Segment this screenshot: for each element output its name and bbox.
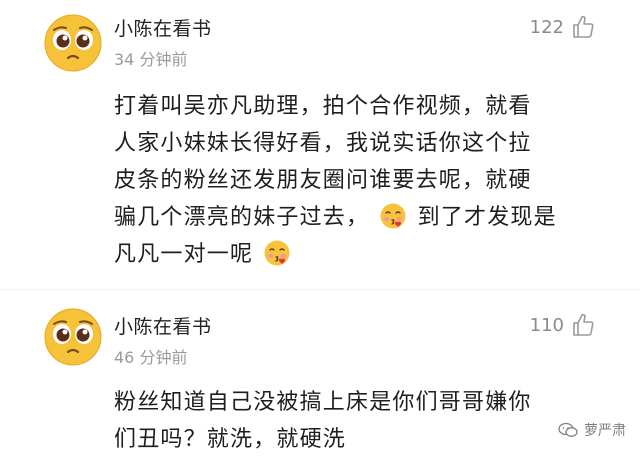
comment-line-segment: 凡凡一对一呢 (114, 242, 254, 267)
comment-line: 们丑吗？就洗，就硬洗 (114, 427, 347, 452)
comment-body: 打着叫吴亦凡助理，拍个合作视频，就看 人家小妹妹长得好看，我说实话你这个拉 皮条… (114, 88, 614, 273)
comment-line-with-emoji: 骗几个漂亮的妹子过去， 到了才发现是 (114, 199, 614, 236)
blushing-kiss-emoji (264, 240, 290, 266)
blushing-kiss-emoji (380, 203, 406, 229)
like-count: 122 (529, 16, 564, 38)
like-button[interactable]: 110 (530, 312, 596, 338)
username[interactable]: 小陈在看书 (114, 312, 212, 339)
avatar[interactable] (44, 308, 102, 366)
timestamp: 34 分钟前 (114, 50, 188, 69)
comment-line: 打着叫吴亦凡助理，拍个合作视频，就看 (114, 94, 532, 119)
comment-line: 皮条的粉丝还发朋友圈问谁要去呢，就硬 (114, 168, 532, 193)
comment-line-with-emoji: 凡凡一对一呢 (114, 236, 614, 273)
like-button[interactable]: 122 (530, 14, 596, 40)
comment-body: 粉丝知道自己没被搞上床是你们哥哥嫌你 们丑吗？就洗，就硬洗 (114, 384, 614, 456)
thumbs-up-icon[interactable] (570, 14, 596, 40)
watermark-text: 萝严肃 (584, 423, 626, 439)
wechat-icon (558, 422, 578, 437)
comment-line-segment: 骗几个漂亮的妹子过去， (114, 205, 370, 230)
comment-item: 小陈在看书 46 分钟前 110 粉丝知道自己没被搞上床是你们哥哥嫌你 们丑吗？… (0, 290, 640, 456)
comment-line: 粉丝知道自己没被搞上床是你们哥哥嫌你 (114, 390, 532, 415)
comment-line-segment: 到了才发现是 (417, 205, 557, 230)
thumbs-up-icon[interactable] (570, 312, 596, 338)
username[interactable]: 小陈在看书 (114, 14, 212, 41)
comment-line: 人家小妹妹长得好看，我说实话你这个拉 (114, 131, 532, 156)
watermark: 萝严肃 (558, 420, 626, 440)
avatar[interactable] (44, 14, 102, 72)
comment-item: 小陈在看书 34 分钟前 122 打着叫吴亦凡助理，拍个合作视频，就看 人家小妹… (0, 0, 640, 290)
timestamp: 46 分钟前 (114, 348, 188, 367)
like-count: 110 (529, 314, 564, 336)
